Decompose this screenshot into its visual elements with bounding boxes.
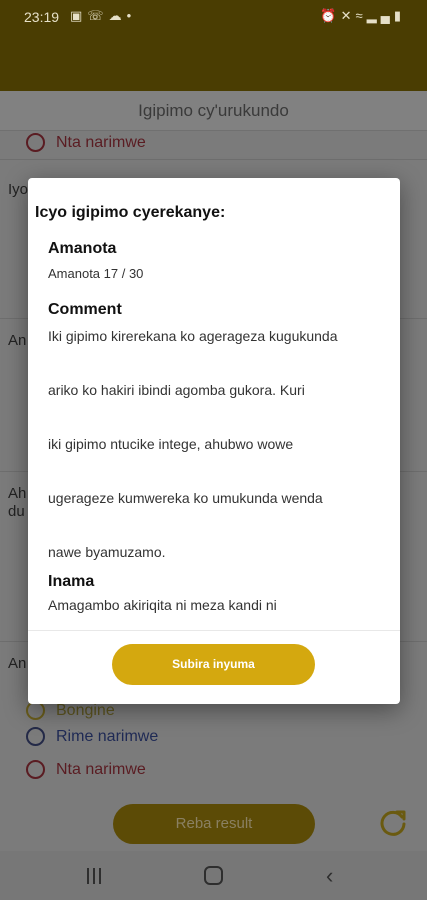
comment-line: iki gipimo ntucike intege, ahubwo wowe — [48, 436, 294, 452]
radio-top[interactable] — [26, 133, 45, 152]
back-icon[interactable]: ‹ — [326, 865, 333, 887]
question-1-text: Iyo — [8, 181, 29, 198]
comment-line: Iki gipimo kirerekana ko agerageza kuguk… — [48, 328, 338, 344]
amanota-value: Amanota 17 / 30 — [48, 266, 144, 281]
radio-option-3[interactable] — [26, 760, 45, 779]
status-time: 23:19 — [24, 9, 60, 25]
question-3-text-line1: Ah — [8, 485, 27, 502]
question-3-text-line2: du — [8, 503, 25, 520]
dialog-scroll-area[interactable]: Amanota Amanota 17 / 30 Comment Iki gipi… — [48, 236, 393, 624]
signal-icon: ▂▄ — [366, 8, 394, 23]
alarm-icon: ⏰ — [320, 8, 341, 23]
cloud-icon: ☁ — [108, 8, 127, 23]
mute-icon: ✕ — [340, 8, 356, 23]
status-bar: 23:19 ▣☏☁• ⏰✕≈▂▄▮ — [0, 0, 427, 34]
whatsapp-icon: ☏ — [87, 8, 109, 23]
page-title: Igipimo cy'urukundo — [138, 101, 289, 120]
refresh-icon[interactable] — [378, 808, 408, 838]
battery-icon: ▮ — [393, 8, 405, 23]
comment-line: nawe byamuzamo. — [48, 544, 166, 560]
image-icon: ▣ — [70, 8, 88, 23]
question-2-text: An — [8, 332, 27, 349]
option-2-label: Rime narimwe — [56, 728, 159, 745]
radio-option-2[interactable] — [26, 727, 45, 746]
dialog-divider — [28, 630, 400, 631]
title-bar: Igipimo cy'urukundo — [0, 91, 427, 131]
inama-text: Amagambo akiriqita ni meza kandi ni — [48, 597, 277, 613]
result-dialog: Icyo igipimo cyerekanye: Amanota Amanota… — [28, 178, 400, 704]
divider — [0, 159, 427, 160]
question-4-text: An — [8, 655, 27, 672]
dot-icon: • — [126, 8, 137, 23]
comment-line: ugerageze kumwereka ko umukunda wenda — [48, 490, 323, 506]
back-button[interactable]: Subira inyuma — [112, 644, 315, 685]
recent-apps-icon[interactable] — [86, 868, 102, 884]
option-3-label: Nta narimwe — [56, 761, 146, 778]
amanota-heading: Amanota — [48, 240, 117, 257]
home-icon[interactable] — [204, 866, 223, 885]
app-bar — [0, 34, 427, 91]
notification-icons: ▣☏☁• — [70, 8, 136, 24]
system-icons: ⏰✕≈▂▄▮ — [320, 8, 405, 24]
option-1-label: Bongine — [56, 702, 115, 719]
dialog-title: Icyo igipimo cyerekanye: — [35, 204, 226, 221]
comment-line: ariko ko hakiri ibindi agomba gukora. Ku… — [48, 382, 305, 398]
option-top-label: Nta narimwe — [56, 134, 146, 151]
result-button[interactable]: Reba result — [113, 804, 315, 844]
comment-text: Iki gipimo kirerekana ko agerageza kuguk… — [48, 309, 393, 579]
wifi-icon: ≈ — [355, 8, 367, 23]
